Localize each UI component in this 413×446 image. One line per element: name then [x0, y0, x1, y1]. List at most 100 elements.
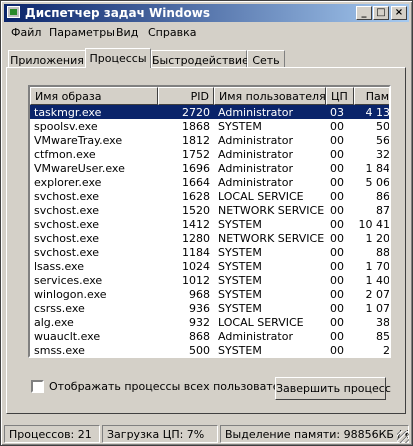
- process-row[interactable]: spoolsv.exe 1868 SYSTEM 00 50: [30, 119, 390, 133]
- process-row[interactable]: taskmgr.exe 2720 Administrator 03 4 13: [30, 105, 389, 119]
- process-row[interactable]: alg.exe 932 LOCAL SERVICE 00 38: [30, 315, 390, 329]
- process-row[interactable]: wuauclt.exe 868 Administrator 00 85: [30, 329, 390, 343]
- process-cpu: 03: [330, 106, 344, 119]
- tab-processes[interactable]: Процессы: [85, 48, 151, 68]
- process-pid: 1696: [182, 162, 210, 175]
- process-image-name: winlogon.exe: [34, 288, 107, 301]
- process-pid: 1024: [182, 260, 210, 273]
- tab-network[interactable]: Сеть: [247, 50, 285, 67]
- process-pid: 1412: [182, 218, 210, 231]
- process-image-name: svchost.exe: [34, 204, 100, 217]
- process-row[interactable]: ctfmon.exe 1752 Administrator 00 32: [30, 147, 390, 161]
- process-pid: 1664: [182, 176, 210, 189]
- process-row[interactable]: smss.exe 500 SYSTEM 00 2: [30, 343, 390, 357]
- process-cpu: 00: [330, 204, 344, 217]
- process-cpu: 00: [330, 162, 344, 175]
- process-user: SYSTEM: [218, 302, 262, 315]
- process-cpu: 00: [330, 134, 344, 147]
- process-memory: 85: [376, 330, 390, 343]
- process-pid: 1812: [182, 134, 210, 147]
- process-memory: 2: [383, 344, 390, 357]
- process-cpu: 00: [330, 288, 344, 301]
- process-cpu: 00: [330, 176, 344, 189]
- process-row[interactable]: VMwareUser.exe 1696 Administrator 00 1 84: [30, 161, 389, 175]
- minimize-button[interactable]: _: [356, 6, 372, 20]
- process-rows: taskmgr.exe 2720 Administrator 03 4 13 spools…: [30, 105, 390, 357]
- process-memory: 88: [376, 246, 390, 259]
- close-button[interactable]: ×: [391, 6, 407, 20]
- menu-file[interactable]: Файл: [11, 26, 41, 39]
- process-memory: 5 06: [365, 176, 390, 189]
- process-pid: 932: [189, 316, 210, 329]
- menu-options[interactable]: Параметры: [49, 26, 115, 39]
- process-image-name: VMwareUser.exe: [34, 162, 125, 175]
- process-user: NETWORK SERVICE: [218, 232, 325, 245]
- process-cpu: 00: [330, 218, 344, 231]
- column-pid[interactable]: PID: [158, 87, 214, 105]
- process-cpu: 00: [330, 344, 344, 357]
- process-memory: 32: [376, 148, 390, 161]
- column-memory[interactable]: Пам: [354, 87, 389, 105]
- process-pid: 1752: [182, 148, 210, 161]
- process-row[interactable]: explorer.exe 1664 Administrator 00 5 06: [30, 175, 390, 189]
- process-pid: 968: [189, 288, 210, 301]
- maximize-button[interactable]: □: [373, 6, 389, 20]
- process-image-name: spoolsv.exe: [34, 120, 98, 133]
- process-memory: 1 40: [365, 274, 390, 287]
- process-image-name: wuauclt.exe: [34, 330, 101, 343]
- process-cpu: 00: [330, 274, 344, 287]
- process-pid: 500: [189, 344, 210, 357]
- end-process-button[interactable]: Завершить процесс: [275, 377, 391, 400]
- process-cpu: 00: [330, 246, 344, 259]
- process-row[interactable]: VMwareTray.exe 1812 Administrator 00 56: [30, 133, 390, 147]
- process-pid: 1184: [182, 246, 210, 259]
- process-row[interactable]: services.exe 1012 SYSTEM 00 1 40: [30, 273, 390, 287]
- tab-strip: Приложения Процессы Быстродействие Сеть: [1, 45, 412, 68]
- status-memory-usage: Выделение памяти: 98856КБ / 6: [220, 425, 409, 443]
- process-image-name: csrss.exe: [34, 302, 85, 315]
- show-all-users-checkbox[interactable]: [31, 380, 44, 393]
- menu-help[interactable]: Справка: [148, 26, 196, 39]
- process-pid: 1280: [182, 232, 210, 245]
- process-row[interactable]: lsass.exe 1024 SYSTEM 00 1 70: [30, 259, 390, 273]
- tab-applications[interactable]: Приложения: [8, 50, 86, 67]
- title-bar[interactable]: Диспетчер задач Windows _ □ ×: [4, 4, 409, 22]
- process-memory: 10 41: [358, 218, 390, 231]
- process-row[interactable]: svchost.exe 1628 LOCAL SERVICE 00 86: [30, 189, 389, 203]
- process-pid: 936: [189, 302, 210, 315]
- status-process-count: Процессов: 21: [4, 425, 100, 443]
- process-row[interactable]: svchost.exe 1520 NETWORK SERVICE 00 87: [30, 203, 389, 217]
- tab-performance[interactable]: Быстродействие: [151, 50, 249, 67]
- process-memory: 50: [376, 120, 390, 133]
- column-image-name[interactable]: Имя образа: [30, 87, 158, 105]
- process-pid: 1520: [182, 204, 210, 217]
- process-image-name: ctfmon.exe: [34, 148, 96, 161]
- process-memory: 56: [376, 134, 390, 147]
- column-cpu[interactable]: ЦП: [326, 87, 354, 105]
- process-row[interactable]: svchost.exe 1280 NETWORK SERVICE 00 1 20: [30, 231, 390, 245]
- process-user: Administrator: [218, 134, 293, 147]
- process-memory: 1 20: [365, 232, 390, 245]
- process-row[interactable]: csrss.exe 936 SYSTEM 00 1 07: [30, 301, 390, 315]
- process-row[interactable]: winlogon.exe 968 SYSTEM 00 2 07: [30, 287, 389, 301]
- process-list[interactable]: Имя образа PID Имя пользователя ЦП Пам t…: [28, 85, 391, 358]
- process-row[interactable]: svchost.exe 1184 SYSTEM 00 88: [30, 245, 390, 259]
- process-image-name: explorer.exe: [34, 176, 102, 189]
- menu-bar: Файл Параметры Вид Справка: [4, 23, 409, 42]
- process-memory: 38: [376, 316, 390, 329]
- process-image-name: svchost.exe: [34, 246, 100, 259]
- process-row[interactable]: svchost.exe 1412 SYSTEM 00 10 41: [30, 217, 390, 231]
- process-pid: 1868: [182, 120, 210, 133]
- window-title: Диспетчер задач Windows: [25, 6, 210, 20]
- process-memory: 1 07: [365, 302, 390, 315]
- process-pid: 1628: [182, 190, 210, 203]
- process-pid: 868: [189, 330, 210, 343]
- process-user: Administrator: [218, 176, 293, 189]
- resize-grip[interactable]: [397, 431, 409, 443]
- process-cpu: 00: [330, 148, 344, 161]
- process-memory: 1 70: [365, 260, 390, 273]
- menu-view[interactable]: Вид: [116, 26, 138, 39]
- process-user: Administrator: [218, 330, 293, 343]
- process-user: SYSTEM: [218, 288, 262, 301]
- column-user-name[interactable]: Имя пользователя: [214, 87, 326, 105]
